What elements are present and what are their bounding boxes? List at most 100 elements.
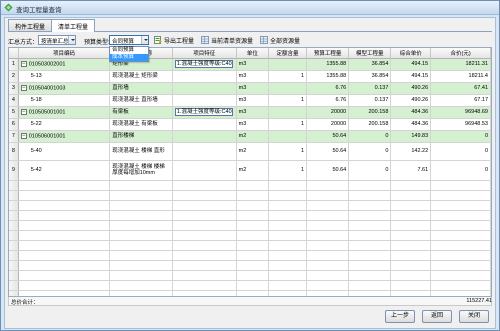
model-quantity-cell[interactable]: 0 <box>348 142 392 161</box>
code-cell[interactable]: −010506001001 <box>18 130 111 143</box>
budget-quantity-cell[interactable]: 50.64 <box>306 130 350 143</box>
unit-cell[interactable]: m2 <box>236 142 270 161</box>
name-cell[interactable]: 直形墙 <box>109 82 173 95</box>
total-price-cell[interactable]: 18211.31 <box>430 58 491 71</box>
feature-cell[interactable]: 1.混凝土强度等级:C40 <box>172 106 237 119</box>
code-cell[interactable]: 5-22 <box>18 118 111 131</box>
code-cell[interactable]: 5-18 <box>18 94 111 107</box>
dropdown-option-contract-budget[interactable]: 合同预算 <box>110 47 148 54</box>
total-price-cell[interactable]: 67.17 <box>430 94 491 107</box>
name-cell[interactable]: 现浇混凝土 楼梯 直形 <box>109 142 173 161</box>
chevron-down-icon[interactable] <box>68 36 75 44</box>
row-header[interactable]: 2 <box>9 70 19 83</box>
row-header[interactable]: 3 <box>9 82 19 95</box>
model-quantity-cell[interactable]: 36.854 <box>348 58 392 71</box>
ratio-cell[interactable] <box>268 130 308 143</box>
feature-cell[interactable] <box>172 130 237 143</box>
feature-cell[interactable] <box>172 82 237 95</box>
feature-cell[interactable]: 1.混凝土强度等级:C40 <box>172 58 237 71</box>
unit-price-cell[interactable]: 484.36 <box>390 118 432 131</box>
model-quantity-cell[interactable]: 0.137 <box>348 82 392 95</box>
unit-price-cell[interactable]: 494.15 <box>390 70 432 83</box>
table-row[interactable]: 7−010506001001 直形楼梯 m2 50.64 0 149.83 0 <box>9 130 491 143</box>
code-cell[interactable]: 5-13 <box>18 70 111 83</box>
tab-bill-quantity[interactable]: 清单工程量 <box>51 19 96 32</box>
row-header[interactable]: 9 <box>9 160 19 181</box>
unit-price-cell[interactable]: 484.36 <box>390 106 432 119</box>
column-header-feature[interactable]: 项目特征 <box>172 48 237 59</box>
ratio-cell[interactable]: 1 <box>268 160 308 181</box>
table-row[interactable]: 1−010503002001 矩形梁 1.混凝土强度等级:C40 m3 1355.88 3… <box>9 58 491 71</box>
row-header-corner[interactable] <box>9 48 19 59</box>
name-cell[interactable]: 有梁板 <box>109 106 173 119</box>
back-button[interactable]: 返回 <box>422 310 452 323</box>
name-cell[interactable]: 现浇混凝土 矩形梁 <box>109 70 173 83</box>
chevron-down-icon[interactable] <box>141 36 148 44</box>
ratio-cell[interactable] <box>268 106 308 119</box>
tab-component-quantity[interactable]: 构件工程量 <box>8 19 53 31</box>
export-quantity-button[interactable]: 导出工程量 <box>154 35 194 45</box>
name-cell[interactable]: 现浇混凝土 楼梯 楼梯厚度每增加10mm <box>109 160 173 181</box>
row-header[interactable]: 5 <box>9 106 19 119</box>
feature-cell[interactable] <box>172 142 237 161</box>
feature-cell[interactable] <box>172 94 237 107</box>
row-header[interactable]: 4 <box>9 94 19 107</box>
unit-cell[interactable]: m3 <box>236 106 270 119</box>
budget-quantity-cell[interactable]: 50.64 <box>306 160 350 181</box>
total-price-cell[interactable]: 0 <box>430 142 491 161</box>
ratio-cell[interactable] <box>268 82 308 95</box>
code-cell[interactable]: −010504001003 <box>18 82 111 95</box>
feature-cell[interactable] <box>172 118 237 131</box>
unit-price-cell[interactable]: 490.26 <box>390 94 432 107</box>
total-price-cell[interactable]: 18211.4 <box>430 70 491 83</box>
column-header-unit[interactable]: 单位 <box>236 48 270 59</box>
budget-quantity-cell[interactable]: 6.76 <box>306 82 350 95</box>
feature-edit-field[interactable]: 1.混凝土强度等级:C40 <box>174 108 234 116</box>
column-header-ratio[interactable]: 定额含量 <box>268 48 308 59</box>
unit-cell[interactable]: m2 <box>236 130 270 143</box>
title-bar[interactable]: 查询工程量查询 <box>1 1 499 15</box>
feature-edit-field[interactable]: 1.混凝土强度等级:C40 <box>174 60 234 68</box>
collapse-icon[interactable]: − <box>20 132 27 139</box>
model-quantity-cell[interactable]: 200.158 <box>348 118 392 131</box>
code-cell[interactable]: 5-40 <box>18 142 111 161</box>
table-row[interactable]: 6 5-22 现浇混凝土 有梁板 m3 1 20000 200.158 484.36 96948… <box>9 118 491 131</box>
row-header[interactable]: 6 <box>9 118 19 131</box>
total-price-cell[interactable]: 67.41 <box>430 82 491 95</box>
unit-cell[interactable]: m3 <box>236 94 270 107</box>
budget-quantity-cell[interactable]: 1355.88 <box>306 58 350 71</box>
table-row[interactable]: 5−010505001001 有梁板 1.混凝土强度等级:C40 m3 20000 200… <box>9 106 491 119</box>
row-header[interactable]: 7 <box>9 130 19 143</box>
name-cell[interactable]: 现浇混凝土 有梁板 <box>109 118 173 131</box>
feature-cell[interactable] <box>172 70 237 83</box>
all-resource-button[interactable]: 全部资源量 <box>260 35 300 45</box>
total-price-cell[interactable]: 96948.69 <box>430 106 491 119</box>
total-price-cell[interactable]: 96948.53 <box>430 118 491 131</box>
unit-cell[interactable]: m3 <box>236 58 270 71</box>
collapse-icon[interactable]: − <box>20 84 27 91</box>
ratio-cell[interactable]: 1 <box>268 118 308 131</box>
table-row[interactable]: 2 5-13 现浇混凝土 矩形梁 m3 1 1355.88 36.854 494.15 1821… <box>9 70 491 83</box>
column-header-code[interactable]: 项目编码 <box>18 48 111 59</box>
column-header-unit-price[interactable]: 综合单价 <box>390 48 432 59</box>
previous-step-button[interactable]: 上一步 <box>385 310 415 323</box>
table-row[interactable]: 9 5-42 现浇混凝土 楼梯 楼梯厚度每增加10mm m2 1 50.64 0 7.61 0 <box>9 160 491 181</box>
dropdown-option-cost-budget[interactable]: 成本预算 <box>110 54 148 61</box>
close-button[interactable]: 关闭 <box>459 310 489 323</box>
table-row[interactable]: 4 5-18 现浇混凝土 直形墙 m3 1 6.76 0.137 490.26 67.17 <box>9 94 491 107</box>
ratio-cell[interactable] <box>268 58 308 71</box>
unit-cell[interactable]: m3 <box>236 70 270 83</box>
budget-quantity-cell[interactable]: 20000 <box>306 118 350 131</box>
name-cell[interactable]: 直形楼梯 <box>109 130 173 143</box>
unit-price-cell[interactable]: 142.22 <box>390 142 432 161</box>
code-cell[interactable]: −010503002001 <box>18 58 111 71</box>
unit-price-cell[interactable]: 494.15 <box>390 58 432 71</box>
budget-quantity-cell[interactable]: 1355.88 <box>306 70 350 83</box>
column-header-total-price[interactable]: 合价(元) <box>430 48 491 59</box>
unit-price-cell[interactable]: 149.83 <box>390 130 432 143</box>
total-price-cell[interactable]: 0 <box>430 130 491 143</box>
unit-cell[interactable]: m3 <box>236 82 270 95</box>
model-quantity-cell[interactable]: 200.158 <box>348 106 392 119</box>
ratio-cell[interactable]: 1 <box>268 142 308 161</box>
model-quantity-cell[interactable]: 0 <box>348 130 392 143</box>
